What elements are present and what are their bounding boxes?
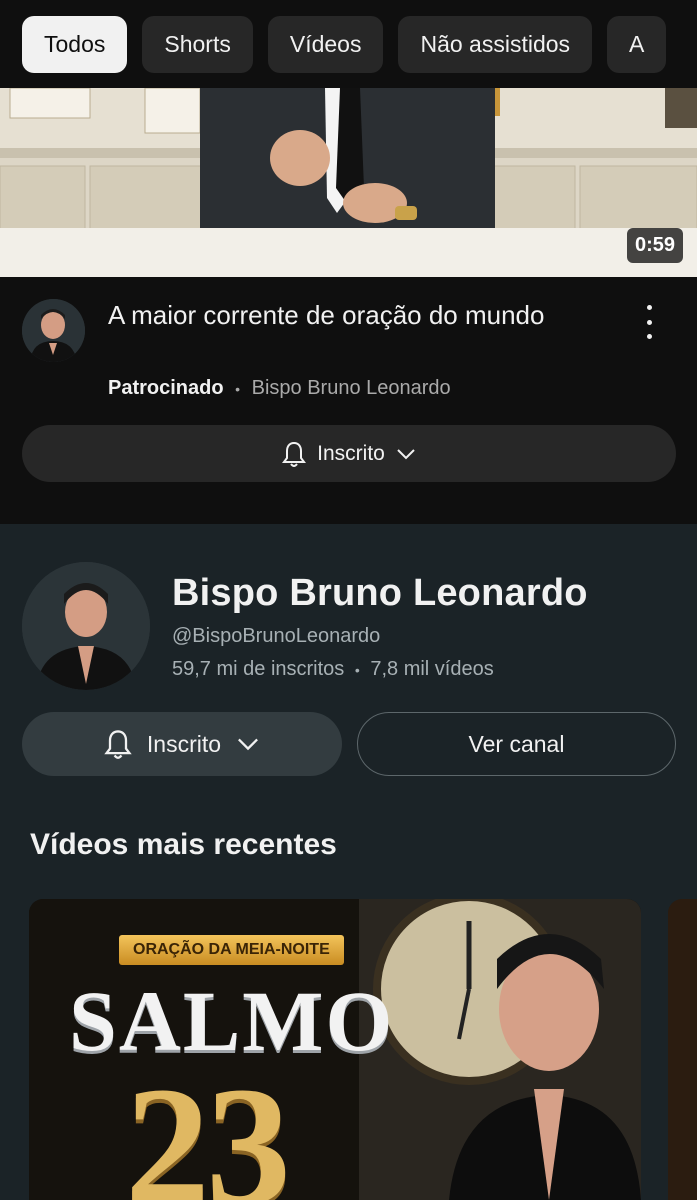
chevron-down-icon [235,736,261,752]
ad-meta-line: Patrocinado • Bispo Bruno Leonardo [108,377,451,400]
stats-separator: • [354,662,360,678]
chip-videos[interactable]: Vídeos [267,15,384,73]
video-duration-badge: 0:59 [626,228,683,263]
channel-handle: @BispoBrunoLeonardo [172,625,381,647]
sponsored-label: Patrocinado [108,377,224,399]
subscribed-label: Inscrito [146,730,222,757]
avatar-image [22,299,85,362]
ad-channel-avatar[interactable] [22,299,85,362]
ad-video-title[interactable]: A maior corrente de oração do mundo [108,297,578,333]
chip-todos[interactable]: Todos [22,15,128,73]
channel-avatar-image [22,562,150,690]
recent-videos-heading: Vídeos mais recentes [30,828,337,861]
filter-chips-bar: Todos Shorts Vídeos Não assistidos A [0,0,697,88]
meta-separator: • [235,381,241,397]
channel-card: Bispo Bruno Leonardo @BispoBrunoLeonardo… [0,524,697,1200]
subscribed-label: Inscrito [317,441,385,465]
channel-subscribed-button[interactable]: Inscrito [22,712,342,776]
view-channel-button[interactable]: Ver canal [357,712,676,776]
ad-channel-name[interactable]: Bispo Bruno Leonardo [252,377,451,399]
recent-video-thumbnail[interactable]: ORAÇÃO DA MEIA-NOITE SALMO 23 [29,899,641,1200]
chip-shorts[interactable]: Shorts [142,15,253,73]
ad-info-section: A maior corrente de oração do mundo Patr… [0,277,697,524]
more-vert-icon[interactable] [637,305,661,339]
youtube-page: Todos Shorts Vídeos Não assistidos A 0:5… [0,0,697,1200]
ad-video-thumbnail[interactable]: 0:59 [0,88,697,277]
subscriber-count: 59,7 mi de inscritos [172,658,345,680]
channel-name[interactable]: Bispo Bruno Leonardo [172,572,588,615]
next-video-thumbnail-partial[interactable] [668,899,697,1200]
bell-icon [281,440,307,468]
chevron-down-icon [395,447,417,461]
video-banner-label: ORAÇÃO DA MEIA-NOITE [119,935,344,965]
video-number: 23 [125,1052,291,1200]
bell-icon [103,728,133,760]
chip-nao-assistidos[interactable]: Não assistidos [398,15,593,73]
chip-partial[interactable]: A [607,15,667,73]
ad-thumbnail-scene [0,88,697,277]
channel-avatar[interactable] [22,562,150,690]
ad-subscribed-button[interactable]: Inscrito [22,425,676,482]
video-count: 7,8 mil vídeos [370,658,494,680]
channel-stats: 59,7 mi de inscritos • 7,8 mil vídeos [172,658,494,681]
